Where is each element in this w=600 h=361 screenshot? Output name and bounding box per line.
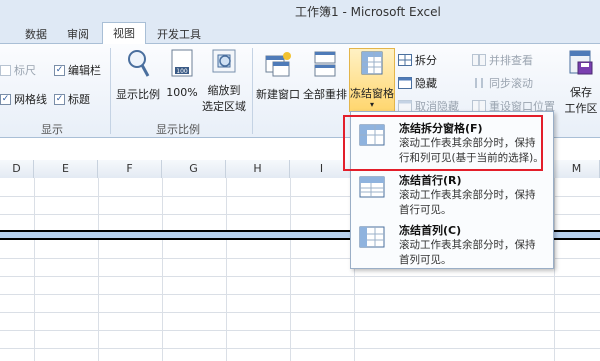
arrange-all-label: 全部重排	[303, 88, 347, 101]
save-workspace-icon	[569, 50, 593, 75]
freeze-panes-label: 冻结窗格	[350, 87, 394, 100]
svg-text:100: 100	[176, 68, 188, 75]
row-gridline	[0, 348, 600, 349]
gridlines-checkbox[interactable]: ✓ 网格线	[0, 91, 47, 107]
zoom-button[interactable]: 显示比例	[114, 48, 162, 102]
formula-bar-label: 编辑栏	[68, 64, 101, 77]
desc-line: 滚动工作表其余部分时，保持	[399, 239, 536, 251]
column-header-f[interactable]: F	[98, 160, 162, 178]
formula-bar-checkbox[interactable]: ✓ 编辑栏	[54, 62, 101, 78]
column-header-d[interactable]: D	[0, 160, 34, 178]
check-icon: ✓	[54, 93, 65, 105]
arrange-all-icon	[314, 51, 336, 77]
column-gridline	[290, 178, 291, 361]
column-gridline	[34, 178, 35, 361]
freeze-top-row-item[interactable]: 冻结首行(R) 滚动工作表其余部分时，保持 首行可见。	[355, 172, 551, 218]
title-bar: 工作簿1 - Microsoft Excel	[0, 0, 600, 20]
tab-view[interactable]: 视图	[102, 22, 146, 45]
window-title: 工作簿1 - Microsoft Excel	[295, 5, 441, 19]
freeze-first-column-desc: 滚动工作表其余部分时，保持 首列可见。	[399, 238, 554, 268]
hide-window-icon	[398, 77, 412, 89]
freeze-first-column-title: 冻结首列(C)	[399, 224, 462, 237]
freeze-first-column-icon	[359, 226, 385, 248]
gridlines-label: 网格线	[14, 93, 47, 106]
row-gridline	[0, 294, 600, 295]
zoom-100-label: 100%	[166, 86, 198, 99]
freeze-first-column-item[interactable]: 冻结首列(C) 滚动工作表其余部分时，保持 首列可见。	[355, 222, 551, 268]
arrange-all-button[interactable]: 全部重排	[301, 48, 349, 102]
column-gridline	[162, 178, 163, 361]
hide-label: 隐藏	[415, 77, 437, 90]
group-separator	[110, 48, 111, 134]
zoom-to-selection-button[interactable]: 缩放到 选定区域	[200, 48, 248, 114]
freeze-top-row-icon	[359, 176, 385, 198]
save-workspace-label-2: 工作区	[564, 102, 598, 115]
check-icon: ✓	[54, 64, 65, 76]
ribbon-tabs: 数据 审阅 视图 开发工具	[0, 20, 600, 45]
ruler-label: 标尺	[14, 64, 36, 77]
check-icon: ✓	[0, 93, 11, 105]
split-icon	[398, 54, 412, 66]
checkbox-icon	[0, 64, 11, 76]
headings-label: 标题	[68, 93, 90, 106]
column-gridline	[554, 178, 555, 361]
ruler-checkbox[interactable]: 标尺	[0, 62, 36, 78]
sync-scroll-button[interactable]: 同步滚动	[472, 75, 533, 91]
split-label: 拆分	[415, 54, 437, 67]
zoom-selection-label-2: 选定区域	[202, 100, 246, 113]
freeze-top-row-title: 冻结首行(R)	[399, 174, 462, 187]
show-group-label: 显示	[41, 123, 63, 136]
highlight-callout	[343, 115, 543, 171]
sync-scroll-icon	[475, 78, 483, 88]
headings-checkbox[interactable]: ✓ 标题	[54, 91, 90, 107]
freeze-panes-button[interactable]: 冻结窗格 ▾	[349, 48, 395, 112]
row-gridline	[0, 330, 600, 331]
column-header-h[interactable]: H	[226, 160, 290, 178]
tab-data[interactable]: 数据	[20, 24, 52, 44]
new-window-label: 新建窗口	[256, 88, 300, 101]
split-button[interactable]: 拆分	[398, 52, 437, 68]
hide-button[interactable]: 隐藏	[398, 75, 437, 91]
side-by-side-icon	[472, 54, 486, 66]
zoom-selection-label-1: 缩放到	[207, 84, 241, 97]
zoom-100-button[interactable]: 100 100%	[164, 48, 200, 99]
sync-scroll-label: 同步滚动	[489, 77, 533, 90]
desc-line: 首行可见。	[399, 204, 452, 216]
freeze-top-row-desc: 滚动工作表其余部分时，保持 首行可见。	[399, 188, 554, 218]
column-header-m[interactable]: M	[554, 160, 600, 178]
new-window-icon	[265, 52, 291, 77]
save-workspace-label-1: 保存	[570, 86, 592, 99]
page-100-icon: 100	[171, 49, 193, 77]
magnifier-icon	[128, 50, 150, 77]
zoom-group-label: 显示比例	[156, 123, 200, 136]
new-window-button[interactable]: 新建窗口	[255, 48, 301, 102]
freeze-panes-icon	[361, 51, 383, 75]
side-by-side-button[interactable]: 并排查看	[472, 52, 533, 68]
dropdown-arrow-icon: ▾	[369, 100, 374, 109]
column-gridline	[98, 178, 99, 361]
group-separator	[252, 48, 253, 134]
tab-developer[interactable]: 开发工具	[154, 24, 204, 44]
column-header-g[interactable]: G	[162, 160, 226, 178]
zoom-label: 显示比例	[116, 88, 160, 101]
zoom-selection-icon	[212, 49, 236, 73]
tab-review[interactable]: 审阅	[62, 24, 94, 44]
side-by-side-label: 并排查看	[489, 54, 533, 67]
desc-line: 滚动工作表其余部分时，保持	[399, 189, 536, 201]
row-gridline	[0, 312, 600, 313]
column-header-e[interactable]: E	[34, 160, 98, 178]
save-workspace-button[interactable]: 保存 工作区	[562, 48, 600, 116]
desc-line: 首列可见。	[399, 254, 452, 266]
column-gridline	[226, 178, 227, 361]
row-gridline	[0, 276, 600, 277]
